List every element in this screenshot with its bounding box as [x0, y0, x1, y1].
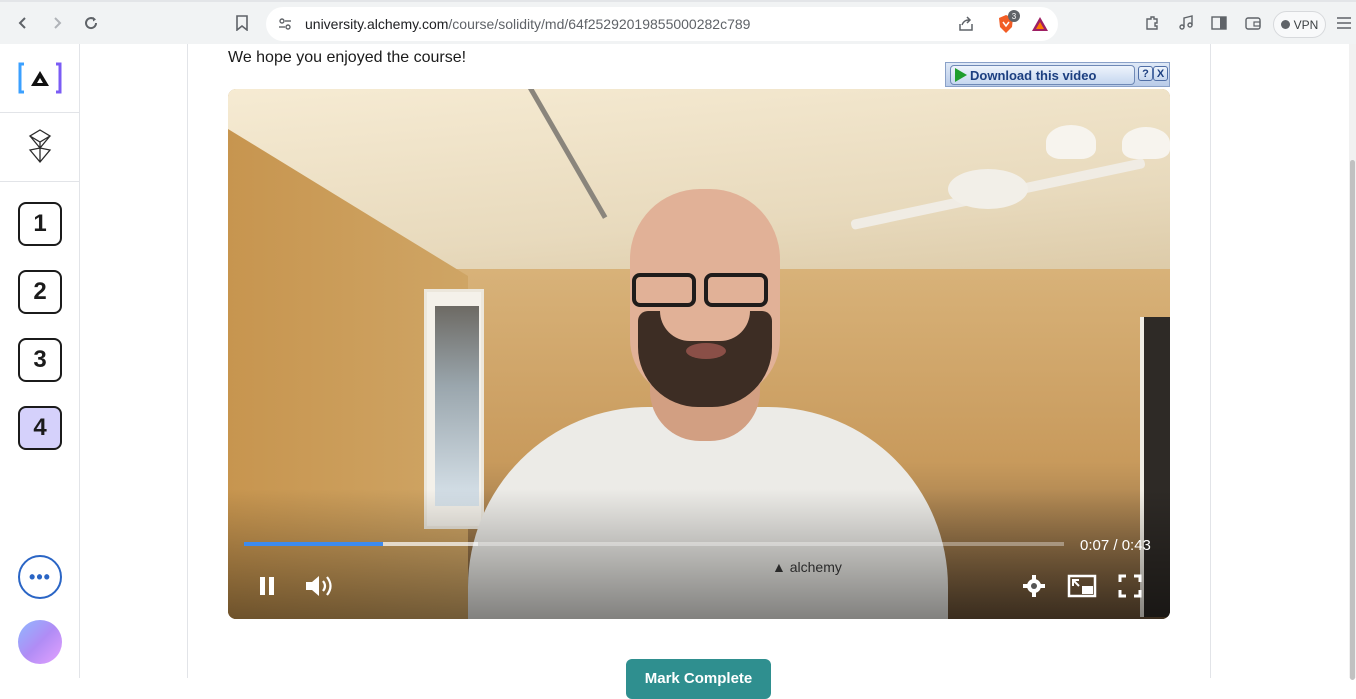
fullscreen-icon[interactable] — [1115, 571, 1145, 601]
volume-icon[interactable] — [302, 571, 338, 601]
site-settings-icon[interactable] — [275, 14, 295, 34]
step-2-button[interactable]: 2 — [18, 270, 62, 314]
time-display: 0:07 / 0:43 — [1080, 537, 1151, 554]
bookmark-icon[interactable] — [229, 10, 255, 36]
play-icon — [955, 68, 967, 82]
url-host: university.alchemy.com — [305, 16, 449, 32]
picture-in-picture-icon[interactable] — [1066, 571, 1098, 601]
course-sidebar: 1 2 3 4 ••• — [0, 44, 80, 678]
browser-toolbar: university.alchemy.com/course/solidity/m… — [0, 0, 1356, 44]
video-frame-lamp — [1046, 125, 1096, 159]
url-path: /course/solidity/md/64f25292019855000282… — [448, 16, 751, 32]
reload-icon[interactable] — [78, 10, 104, 36]
wallet-icon[interactable] — [1240, 10, 1266, 36]
sidebar-icon[interactable] — [1206, 10, 1232, 36]
download-video-bar: Download this video ? X — [945, 62, 1170, 87]
more-options-button[interactable]: ••• — [18, 555, 62, 599]
address-bar[interactable]: university.alchemy.com/course/solidity/m… — [266, 7, 1058, 41]
settings-icon[interactable] — [1019, 571, 1049, 601]
course-map-icon[interactable] — [26, 128, 54, 164]
alchemy-logo-icon[interactable] — [18, 62, 62, 94]
avatar[interactable] — [18, 620, 62, 664]
close-button[interactable]: X — [1153, 66, 1168, 81]
url-text[interactable]: university.alchemy.com/course/solidity/m… — [305, 16, 750, 32]
vpn-label: VPN — [1293, 17, 1319, 32]
video-progress-bar[interactable] — [244, 542, 1064, 546]
video-frame-lamp — [1122, 127, 1170, 159]
played-bar — [244, 542, 384, 546]
video-frame-cheeks — [660, 307, 750, 341]
vpn-button[interactable]: VPN — [1273, 11, 1326, 38]
content-border-left — [187, 44, 188, 678]
forward-icon[interactable] — [44, 10, 70, 36]
share-icon[interactable] — [956, 14, 976, 34]
step-3-button[interactable]: 3 — [18, 338, 62, 382]
brave-shields-icon[interactable]: 3 — [996, 10, 1020, 34]
download-label: Download this video — [970, 67, 1097, 83]
brave-badge: 3 — [1008, 10, 1020, 22]
pause-icon[interactable] — [252, 571, 282, 601]
brave-rewards-icon[interactable] — [1030, 14, 1050, 34]
media-icon[interactable] — [1173, 10, 1199, 36]
intro-text: We hope you enjoyed the course! — [228, 49, 467, 66]
video-player[interactable]: ▲ alchemy 0:07 / 0:43 — [228, 89, 1170, 619]
download-video-button[interactable]: Download this video — [950, 65, 1135, 85]
scrollbar-thumb[interactable] — [1350, 160, 1355, 680]
sidebar-divider — [0, 112, 79, 113]
help-button[interactable]: ? — [1138, 66, 1153, 81]
content-border-right — [1210, 44, 1211, 678]
step-1-button[interactable]: 1 — [18, 202, 62, 246]
menu-icon[interactable] — [1331, 10, 1356, 36]
extensions-icon[interactable] — [1139, 10, 1165, 36]
page-scrollbar[interactable] — [1349, 44, 1356, 680]
vpn-status-icon — [1280, 20, 1290, 29]
video-frame-mouth — [686, 343, 726, 359]
video-frame-fan-body — [948, 169, 1028, 209]
sidebar-divider — [0, 181, 79, 182]
step-4-button[interactable]: 4 — [18, 406, 62, 450]
video-frame-glasses — [632, 273, 776, 307]
back-icon[interactable] — [10, 10, 36, 36]
mark-complete-button[interactable]: Mark Complete — [626, 659, 771, 699]
